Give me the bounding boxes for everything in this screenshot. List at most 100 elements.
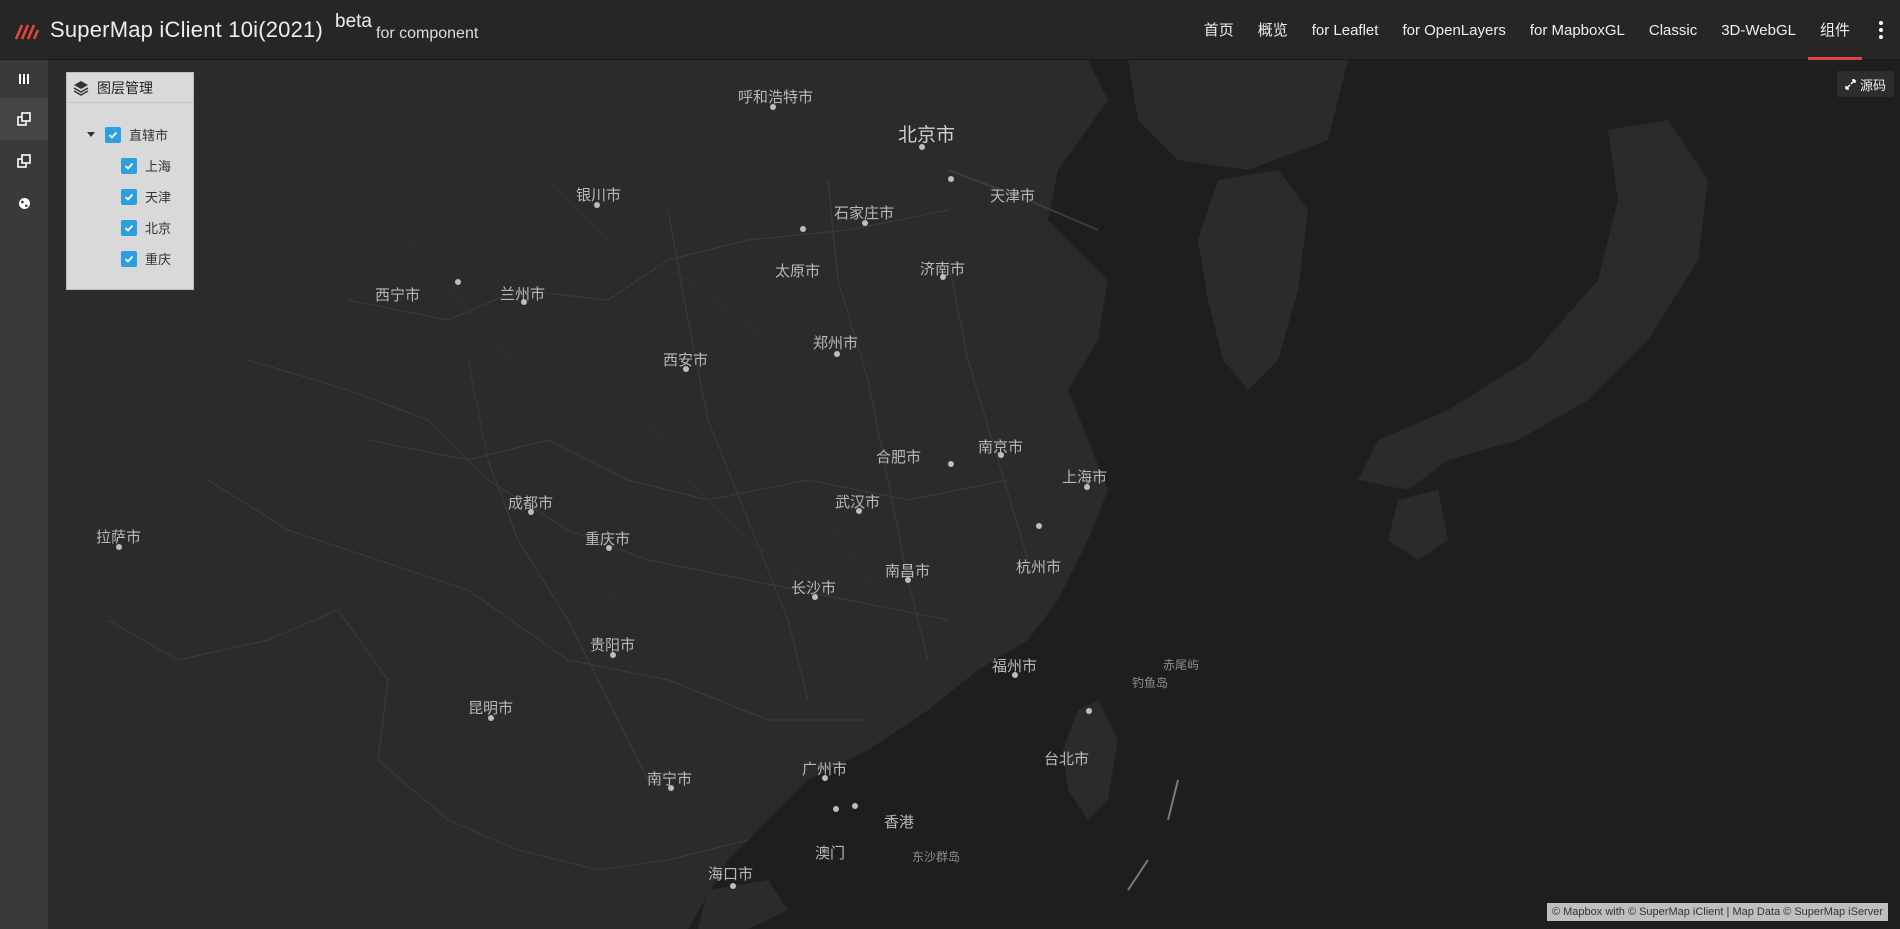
check-icon xyxy=(124,224,134,232)
city-dot xyxy=(488,715,494,721)
nav-link-mapboxgl[interactable]: for MapboxGL xyxy=(1518,0,1637,60)
layer-item-row: 北京 xyxy=(67,212,193,243)
supermap-logo-icon xyxy=(14,23,40,40)
layer-item-row: 天津 xyxy=(67,181,193,212)
city-dot xyxy=(856,508,862,514)
layer-item-row: 上海 xyxy=(67,150,193,181)
nav-link-3d-webgl[interactable]: 3D-WebGL xyxy=(1709,0,1808,60)
city-dot xyxy=(800,226,806,232)
city-dot xyxy=(948,461,954,467)
city-label: 合肥市 xyxy=(876,449,922,466)
city-label: 东沙群岛 xyxy=(912,850,961,864)
caret-down-icon[interactable] xyxy=(87,132,95,137)
city-dot xyxy=(610,652,616,658)
layer-manager-panel: 图层管理 直辖市 上海 天津 北京 重庆 xyxy=(66,72,194,290)
city-dot xyxy=(528,509,534,515)
city-dot xyxy=(812,594,818,600)
layer-manage-icon xyxy=(17,112,31,126)
layer-tree: 直辖市 上海 天津 北京 重庆 xyxy=(67,103,193,274)
nav-link-overview[interactable]: 概览 xyxy=(1246,0,1300,60)
check-icon xyxy=(124,193,134,201)
nav-link-classic[interactable]: Classic xyxy=(1637,0,1709,60)
city-dot xyxy=(905,577,911,583)
nav-links: 首页 概览 for Leaflet for OpenLayers for Map… xyxy=(1192,0,1863,60)
tool-layer-manage-2[interactable] xyxy=(0,140,48,182)
city-dot xyxy=(455,279,461,285)
city-label: 西宁市 xyxy=(375,287,421,304)
nav-link-openlayers[interactable]: for OpenLayers xyxy=(1390,0,1517,60)
source-code-label: 源码 xyxy=(1859,77,1886,93)
left-toolbar xyxy=(0,60,48,929)
layers-stack-icon xyxy=(73,80,89,96)
check-icon xyxy=(124,162,134,170)
city-label: 香港 xyxy=(884,814,915,831)
city-dot xyxy=(833,806,839,812)
city-label: 海口市 xyxy=(708,866,754,883)
layer-item-row: 重庆 xyxy=(67,243,193,274)
layer-group-checkbox[interactable] xyxy=(105,126,121,143)
city-dot xyxy=(683,366,689,372)
brand-beta: beta xyxy=(335,10,372,32)
map-terrain xyxy=(48,60,1708,929)
layer-item-checkbox[interactable] xyxy=(121,188,137,205)
city-dot xyxy=(730,883,736,889)
brand-subtitle: for component xyxy=(376,24,479,42)
city-dot xyxy=(948,176,954,182)
layer-item-checkbox[interactable] xyxy=(121,219,137,236)
city-label: 天津市 xyxy=(990,188,1036,205)
city-dot xyxy=(1012,672,1018,678)
city-dot xyxy=(1086,708,1092,714)
layer-panel-header: 图层管理 xyxy=(67,73,193,103)
city-dot xyxy=(834,351,840,357)
layer-item-label: 上海 xyxy=(145,159,172,174)
city-label: 澳门 xyxy=(815,845,846,862)
layer-item-label: 北京 xyxy=(145,221,172,236)
city-label: 呼和浩特市 xyxy=(738,89,814,106)
layers-bars-icon xyxy=(19,74,29,84)
city-dot xyxy=(606,545,612,551)
map-attribution[interactable]: © Mapbox with © SuperMap iClient | Map D… xyxy=(1546,903,1888,921)
map-view[interactable]: 呼和浩特市 北京市 天津市 银川市 石家庄市 太原市 济南市 西宁市 兰州市 郑… xyxy=(48,60,1900,929)
expand-arrows-icon xyxy=(1845,78,1856,90)
source-code-button[interactable]: 源码 xyxy=(1836,71,1894,97)
city-dot xyxy=(521,299,527,305)
city-dot xyxy=(594,202,600,208)
city-label: 台北市 xyxy=(1044,751,1090,768)
city-dot xyxy=(116,544,122,550)
layer-item-label: 重庆 xyxy=(145,252,172,267)
brand[interactable]: SuperMap iClient 10i(2021) beta for comp… xyxy=(0,0,478,60)
layer-group-row: 直辖市 xyxy=(67,119,193,150)
city-label: 郑州市 xyxy=(813,335,859,352)
more-menu-icon[interactable] xyxy=(1874,21,1888,39)
nav-link-home[interactable]: 首页 xyxy=(1192,0,1246,60)
city-dot xyxy=(919,144,925,150)
city-dot xyxy=(822,775,828,781)
globe-icon xyxy=(18,197,30,209)
layer-item-checkbox[interactable] xyxy=(121,250,137,267)
layer-item-checkbox[interactable] xyxy=(121,157,137,174)
city-dot xyxy=(1036,523,1042,529)
city-label: 杭州市 xyxy=(1016,559,1062,576)
tool-layers-bars[interactable] xyxy=(0,60,48,98)
layer-item-label: 天津 xyxy=(145,190,172,205)
city-dot xyxy=(1084,484,1090,490)
layer-panel-title: 图层管理 xyxy=(97,79,153,96)
city-dot xyxy=(852,803,858,809)
city-dot xyxy=(770,104,776,110)
city-label: 赤尾屿 xyxy=(1163,658,1200,672)
check-icon xyxy=(124,255,134,263)
tool-layer-manage-1[interactable] xyxy=(0,98,48,140)
nav-link-leaflet[interactable]: for Leaflet xyxy=(1300,0,1391,60)
city-dot xyxy=(940,274,946,280)
brand-title: SuperMap iClient 10i(2021) xyxy=(50,16,324,42)
city-label: 太原市 xyxy=(775,263,821,280)
city-label: 北京市 xyxy=(898,125,956,146)
layer-manage-icon xyxy=(17,154,31,168)
check-icon xyxy=(108,131,118,139)
nav-link-component[interactable]: 组件 xyxy=(1807,0,1863,60)
city-dot xyxy=(668,785,674,791)
tool-globe[interactable] xyxy=(0,182,48,224)
city-label: 钓鱼岛 xyxy=(1132,676,1169,690)
city-dot xyxy=(998,452,1004,458)
layer-group-label: 直辖市 xyxy=(129,128,169,143)
